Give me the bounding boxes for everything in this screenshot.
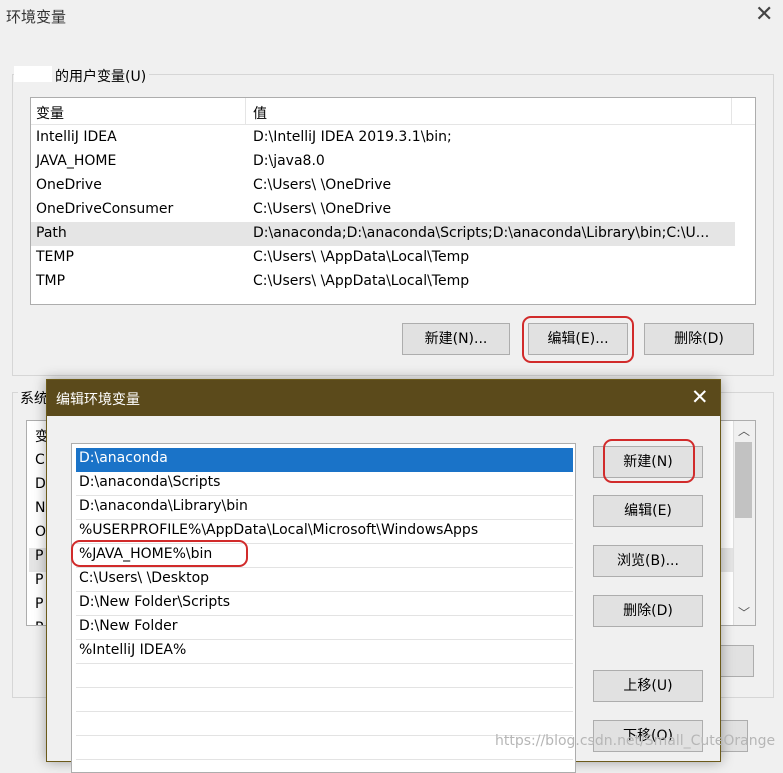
variable-value: D:\anaconda;D:\anaconda\Scripts;D:\anaco… bbox=[253, 225, 710, 241]
table-header: 变量 值 bbox=[31, 98, 755, 125]
variable-value: C:\Users\ \OneDrive bbox=[253, 201, 392, 217]
path-entry: D:\New Folder\Scripts bbox=[79, 594, 231, 610]
close-icon[interactable]: ✕ bbox=[691, 385, 709, 409]
system-cell: P bbox=[35, 572, 44, 588]
path-entry: %USERPROFILE%\AppData\Local\Microsoft\Wi… bbox=[79, 522, 479, 538]
variable-name: TMP bbox=[36, 273, 66, 289]
list-item[interactable]: D:\New Folder bbox=[76, 616, 573, 640]
table-row[interactable]: IntelliJ IDEA D:\IntelliJ IDEA 2019.3.1\… bbox=[31, 126, 735, 150]
variable-name: TEMP bbox=[36, 249, 74, 265]
dialog-title: 编辑环境变量 bbox=[56, 392, 140, 408]
list-item[interactable]: C:\Users\ \Desktop bbox=[76, 568, 573, 592]
user-new-button[interactable]: 新建(N)... bbox=[402, 323, 510, 355]
variable-value: C:\Users\ \OneDrive bbox=[253, 177, 392, 193]
table-row[interactable]: TEMP C:\Users\ \AppData\Local\Temp bbox=[31, 246, 735, 270]
table-row[interactable]: OneDriveConsumer C:\Users\ \OneDrive bbox=[31, 198, 735, 222]
list-item[interactable]: D:\New Folder\Scripts bbox=[76, 592, 573, 616]
variable-name: OneDriveConsumer bbox=[36, 201, 174, 217]
user-variables-table[interactable]: 变量 值 IntelliJ IDEA D:\IntelliJ IDEA 2019… bbox=[30, 97, 756, 305]
variable-name: JAVA_HOME bbox=[36, 153, 117, 169]
path-entries-list[interactable]: D:\anaconda D:\anaconda\Scripts D:\anaco… bbox=[71, 443, 576, 773]
system-cell: P bbox=[35, 548, 44, 564]
system-delete-button[interactable] bbox=[720, 645, 754, 677]
path-entry: D:\New Folder bbox=[79, 618, 178, 634]
table-row[interactable]: OneDrive C:\Users\ \OneDrive bbox=[31, 174, 735, 198]
path-entry: D:\anaconda\Scripts bbox=[79, 474, 221, 490]
list-item[interactable]: %IntelliJ IDEA% bbox=[76, 640, 573, 664]
table-row[interactable]: JAVA_HOME D:\java8.0 bbox=[31, 150, 735, 174]
highlight-ring bbox=[603, 439, 695, 483]
variable-name: IntelliJ IDEA bbox=[36, 129, 117, 145]
watermark: https://blog.csdn.net/Small_CuteOrange bbox=[495, 733, 776, 749]
scroll-down-icon[interactable]: ﹀ bbox=[733, 604, 755, 621]
window-title: 环境变量 bbox=[6, 8, 67, 26]
column-divider bbox=[731, 98, 732, 125]
edit-env-var-dialog: 编辑环境变量 ✕ D:\anaconda D:\anaconda\Scripts… bbox=[46, 379, 721, 773]
system-cell: P bbox=[35, 596, 44, 612]
user-delete-button[interactable]: 删除(D) bbox=[644, 323, 754, 355]
list-item-selected[interactable]: D:\anaconda bbox=[76, 448, 573, 472]
variable-name: Path bbox=[36, 225, 67, 241]
edit-entry-button[interactable]: 编辑(E) bbox=[593, 495, 703, 527]
variable-value: C:\Users\ \AppData\Local\Temp bbox=[253, 249, 470, 265]
variable-value: D:\IntelliJ IDEA 2019.3.1\bin; bbox=[253, 129, 452, 145]
column-header-variable[interactable]: 变量 bbox=[36, 103, 64, 123]
variable-value: C:\Users\ \AppData\Local\Temp bbox=[253, 273, 470, 289]
scrollbar-thumb[interactable] bbox=[735, 442, 752, 518]
path-entry: D:\anaconda\Library\bin bbox=[79, 498, 248, 514]
scroll-up-icon[interactable]: ︿ bbox=[733, 422, 755, 439]
redacted-username bbox=[14, 66, 52, 82]
table-row-selected[interactable]: Path D:\anaconda;D:\anaconda\Scripts;D:\… bbox=[31, 222, 735, 246]
system-cell: D bbox=[35, 476, 46, 492]
table-row[interactable]: TMP C:\Users\ \AppData\Local\Temp bbox=[31, 270, 735, 294]
path-entry: C:\Users\ \Desktop bbox=[79, 570, 210, 586]
system-cell: O bbox=[35, 524, 47, 540]
system-cell: N bbox=[35, 500, 46, 516]
browse-button[interactable]: 浏览(B)... bbox=[593, 545, 703, 577]
highlight-ring bbox=[71, 540, 248, 567]
user-variables-label: 的用户变量(U) bbox=[52, 66, 150, 86]
system-cell: P bbox=[35, 620, 43, 625]
close-icon[interactable]: ✕ bbox=[755, 2, 773, 27]
list-item-empty[interactable] bbox=[76, 664, 573, 688]
path-entry: D:\anaconda bbox=[79, 450, 168, 466]
dialog-title-bar[interactable]: 编辑环境变量 ✕ bbox=[47, 380, 720, 416]
move-up-button[interactable]: 上移(U) bbox=[593, 670, 703, 702]
delete-entry-button[interactable]: 删除(D) bbox=[593, 595, 703, 627]
variable-name: OneDrive bbox=[36, 177, 102, 193]
column-header-value[interactable]: 值 bbox=[253, 103, 267, 123]
list-item-empty[interactable] bbox=[76, 688, 573, 712]
column-divider bbox=[245, 98, 246, 125]
list-item[interactable]: D:\anaconda\Library\bin bbox=[76, 496, 573, 520]
variable-value: D:\java8.0 bbox=[253, 153, 325, 169]
list-item[interactable]: D:\anaconda\Scripts bbox=[76, 472, 573, 496]
highlight-ring bbox=[522, 316, 634, 363]
path-entry: %IntelliJ IDEA% bbox=[79, 642, 187, 658]
system-cell: C bbox=[35, 452, 45, 468]
